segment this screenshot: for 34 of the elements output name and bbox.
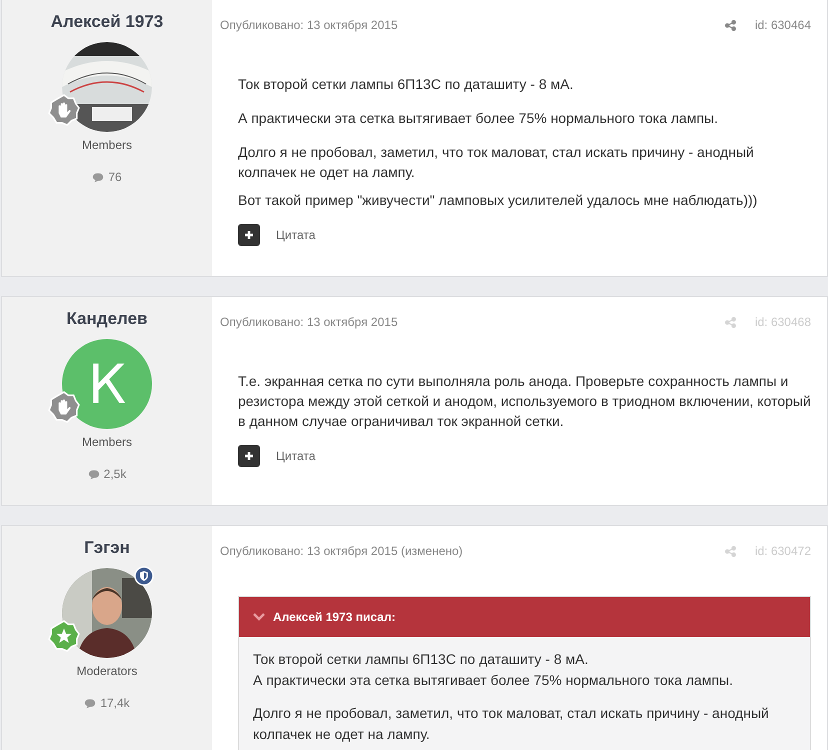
post-count: 2,5k (104, 467, 126, 481)
share-icon[interactable] (724, 20, 736, 30)
multiquote-button[interactable] (238, 445, 260, 467)
plus-icon (244, 230, 254, 240)
quote-line: Ток второй сетки лампы 6П13С по даташиту - 8 мА. (253, 650, 588, 669)
comment-icon (92, 172, 104, 182)
comment-icon (84, 698, 96, 708)
author-name[interactable]: Канделев (66, 309, 148, 329)
post-count: 17,4k (100, 696, 130, 710)
publish-date: Опубликовано: 13 октября 2015 (220, 315, 399, 329)
chevron-icon (253, 613, 265, 621)
post-paragraph: Вот такой пример "живучести" ламповых усилителей удалось мне наблюдать))) (238, 191, 758, 210)
quote-line: А практически эта сетка вытягивает более 75% нормального тока лампы. (253, 671, 733, 690)
comment-icon (88, 468, 100, 480)
quote-line: Долго я не пробовал, заметил, что ток маловат, стал искать причину - анодный колпачек не одет на лампу. (253, 704, 770, 744)
quote-button[interactable]: Цитата (276, 449, 316, 463)
plus-icon (244, 451, 254, 461)
quote-author: Алексей 1973 писал: (273, 610, 396, 624)
author-name[interactable]: Алексей 1973 (50, 12, 164, 32)
publish-date: Опубликовано: 13 октября 2015 (изменено) (220, 544, 464, 558)
user-group: Members (82, 138, 132, 152)
multiquote-button[interactable] (238, 224, 260, 246)
post-paragraph: Долго я не пробовал, заметил, что ток маловат, стал искать причину - анодный колпачек не одет на лампу. (238, 143, 755, 182)
author-name[interactable]: Гэгэн (84, 538, 130, 558)
post-paragraph: Т.е. экранная сетка по сути выполняла роль анода. Проверьте сохранность лампы и резистора между этой сеткой и анодом, используемого в триодном включении, который в данном случае ограничивал ток экранной сетки. (238, 372, 811, 431)
quote-button[interactable]: Цитата (276, 228, 316, 242)
post-paragraph: А практически эта сетка вытягивает более 75% нормального тока лампы. (238, 109, 719, 128)
post-id[interactable]: id: 630464 (754, 18, 811, 32)
post-count: 76 (108, 170, 122, 184)
post-paragraph: Ток второй сетки лампы 6П13С по даташиту - 8 мА. (238, 75, 574, 94)
user-group: Moderators (76, 664, 138, 678)
quote-header[interactable]: Алексей 1973 писал: (239, 597, 810, 637)
user-group: Members (82, 435, 132, 449)
publish-date: Опубликовано: 13 октября 2015 (220, 18, 399, 32)
